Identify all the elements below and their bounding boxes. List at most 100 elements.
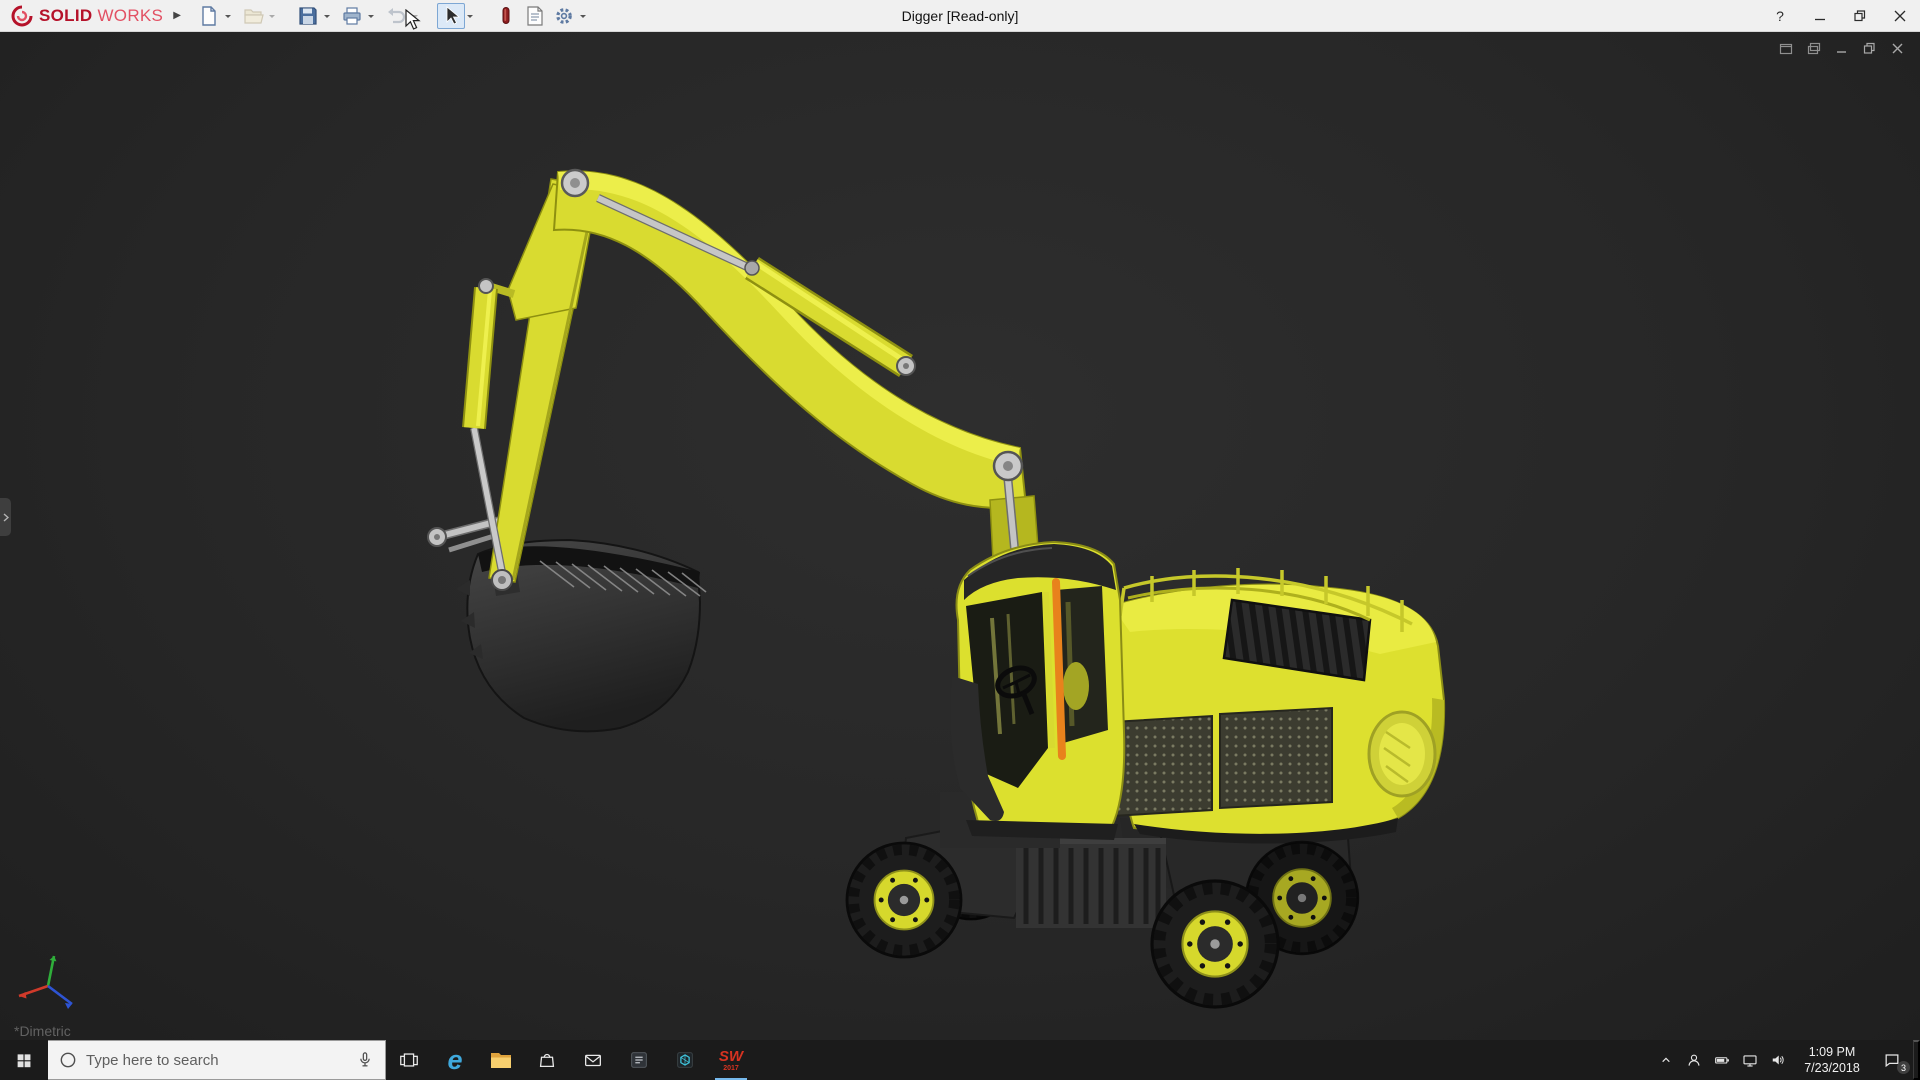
excavator-boom[interactable] <box>554 171 1040 580</box>
excavator-arm[interactable] <box>428 170 1040 731</box>
new-document-icon <box>198 5 220 27</box>
solidworks-app-icon: SW 2017 <box>719 1049 743 1072</box>
task-view-icon <box>398 1049 420 1071</box>
file-properties-button[interactable] <box>521 3 549 29</box>
minimize-icon <box>1814 10 1826 22</box>
doc-window-icon <box>1779 42 1793 55</box>
save-button[interactable] <box>294 3 322 29</box>
network-tray-button[interactable] <box>1737 1040 1763 1080</box>
restore-icon <box>1854 10 1866 22</box>
notes-app-button[interactable] <box>616 1040 662 1080</box>
print-button[interactable] <box>338 3 366 29</box>
people-tray-button[interactable] <box>1681 1040 1707 1080</box>
standard-toolbar <box>195 3 593 29</box>
person-icon <box>1685 1051 1703 1069</box>
cortana-circle-icon <box>58 1050 78 1070</box>
microphone-icon[interactable] <box>355 1049 375 1071</box>
help-button[interactable]: ? <box>1760 0 1800 32</box>
window-title: Digger [Read-only] <box>902 8 1019 24</box>
taskbar-search-input[interactable] <box>86 1052 347 1069</box>
taskbar: e SW 2017 <box>0 1040 1920 1080</box>
taskbar-clock[interactable]: 1:09 PM 7/23/2018 <box>1793 1040 1871 1080</box>
open-document-button[interactable] <box>239 3 267 29</box>
battery-tray-button[interactable] <box>1709 1040 1735 1080</box>
solidworks-logo[interactable]: SOLIDWORKS <box>0 5 163 27</box>
excavator-body[interactable] <box>1112 568 1444 844</box>
graphics-area[interactable]: *Dimetric <box>0 32 1920 1040</box>
excavator-3d-model[interactable] <box>0 32 1920 1040</box>
clock-date: 7/23/2018 <box>1804 1060 1860 1076</box>
red-capsule-tool-button[interactable] <box>492 3 520 29</box>
undo-arrow-icon <box>385 5 407 27</box>
tray-expand-button[interactable] <box>1653 1040 1679 1080</box>
notification-badge: 3 <box>1897 1061 1910 1074</box>
edge-icon: e <box>447 1047 462 1074</box>
volume-tray-button[interactable] <box>1765 1040 1791 1080</box>
close-button[interactable] <box>1880 0 1920 32</box>
minimize-button[interactable] <box>1800 0 1840 32</box>
select-tool-button[interactable] <box>437 3 465 29</box>
print-icon <box>341 5 363 27</box>
save-floppy-icon <box>297 5 319 27</box>
window-controls: ? <box>1760 0 1920 32</box>
close-icon <box>1894 10 1906 22</box>
titlebar: SOLIDWORKS ▶ <box>0 0 1920 32</box>
dropdown-caret[interactable] <box>467 15 473 21</box>
wheel-front-near[interactable] <box>847 843 961 957</box>
store-bag-icon <box>536 1049 558 1071</box>
screen: { "titlebar": { "brand_bold": "SOLID", "… <box>0 0 1920 1080</box>
doc-restore-icon <box>1863 42 1876 55</box>
chevron-right-icon <box>3 513 9 522</box>
mail-button[interactable] <box>570 1040 616 1080</box>
excavator-cab[interactable] <box>950 542 1124 840</box>
doc-cascade-icon <box>1807 42 1821 55</box>
wheel-rear-near[interactable] <box>1152 881 1278 1007</box>
dropdown-caret[interactable] <box>225 15 231 21</box>
red-capsule-tool-icon <box>495 5 517 27</box>
doc-cascade-button[interactable] <box>1805 41 1822 56</box>
feature-panel-collapsed-tab[interactable] <box>0 498 11 536</box>
document-window-controls <box>1777 41 1906 56</box>
battery-icon <box>1712 1051 1732 1069</box>
undo-button[interactable] <box>382 3 410 29</box>
edge-button[interactable]: e <box>432 1040 478 1080</box>
mail-envelope-icon <box>582 1049 604 1071</box>
dropdown-caret[interactable] <box>269 15 275 21</box>
start-button[interactable] <box>0 1040 48 1080</box>
excavator-dipper-arm[interactable] <box>489 179 599 582</box>
action-center-button[interactable]: 3 <box>1873 1040 1911 1080</box>
doc-restore-button[interactable] <box>1861 41 1878 56</box>
file-explorer-button[interactable] <box>478 1040 524 1080</box>
show-desktop-button[interactable] <box>1913 1040 1920 1080</box>
brand-text-solid: SOLID <box>39 6 92 26</box>
doc-window-button[interactable] <box>1777 41 1794 56</box>
dropdown-caret[interactable] <box>324 15 330 21</box>
system-tray: 1:09 PM 7/23/2018 3 <box>1653 1040 1920 1080</box>
doc-close-button[interactable] <box>1889 41 1906 56</box>
dropdown-caret[interactable] <box>412 15 418 21</box>
folder-icon <box>489 1049 513 1071</box>
maximize-button[interactable] <box>1840 0 1880 32</box>
new-document-button[interactable] <box>195 3 223 29</box>
options-button[interactable] <box>550 3 578 29</box>
view-orientation-label: *Dimetric <box>14 1023 71 1039</box>
select-cursor-icon <box>440 5 462 27</box>
clock-time: 1:09 PM <box>1804 1044 1860 1060</box>
cad-cube-icon <box>674 1049 696 1071</box>
side-grille-left <box>1112 716 1212 816</box>
taskbar-search[interactable] <box>48 1040 386 1080</box>
dropdown-caret[interactable] <box>580 15 586 21</box>
store-button[interactable] <box>524 1040 570 1080</box>
doc-minimize-button[interactable] <box>1833 41 1850 56</box>
composer-app-button[interactable] <box>662 1040 708 1080</box>
side-grille-right <box>1220 708 1332 808</box>
notes-app-icon <box>628 1049 650 1071</box>
solidworks-app-button[interactable]: SW 2017 <box>708 1040 754 1080</box>
open-folder-icon <box>242 5 264 27</box>
file-properties-icon <box>524 5 546 27</box>
dropdown-caret[interactable] <box>368 15 374 21</box>
task-view-button[interactable] <box>386 1040 432 1080</box>
chevron-up-icon <box>1658 1052 1674 1068</box>
toolbar-flyout-arrow[interactable]: ▶ <box>173 10 181 21</box>
speaker-icon <box>1769 1051 1787 1069</box>
